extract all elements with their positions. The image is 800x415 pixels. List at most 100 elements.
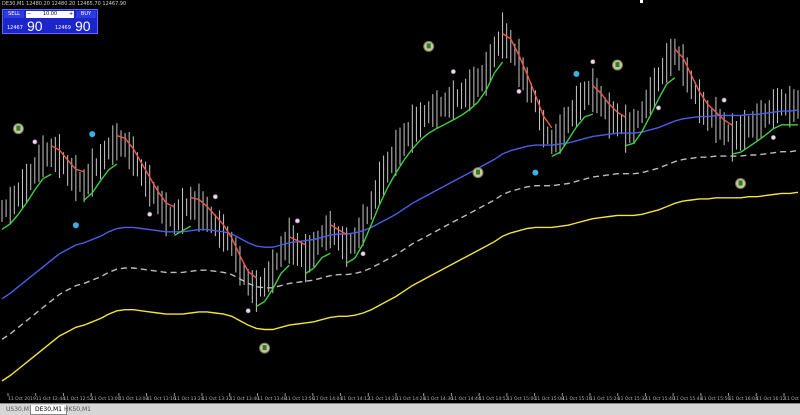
- x-tick-label: 11 Oct 14:04: [313, 396, 342, 402]
- x-tick-label: 11 Oct 14:20: [368, 396, 397, 402]
- x-tick-label: 11 Oct 13:40: [230, 396, 259, 402]
- middle-band-line: [1, 149, 799, 340]
- hull-moving-average: [1, 32, 798, 308]
- hma-segment: [428, 127, 438, 134]
- x-tick-label: 11 Oct 13:00: [91, 396, 120, 402]
- hma-segment: [75, 168, 85, 173]
- candlestick-bars: [1, 12, 799, 312]
- x-tick-label: 11 Oct 15:00: [507, 396, 536, 402]
- bid-price-pips[interactable]: 90: [27, 18, 43, 34]
- x-tick-label: 11 Oct 13:32: [202, 396, 231, 402]
- x-tick-label: 11 Oct 15:08: [535, 396, 564, 402]
- x-tick-label: 11 Oct 12:52: [63, 396, 92, 402]
- x-tick-label: 11 Oct 15:48: [673, 396, 702, 402]
- hma-segment: [420, 132, 430, 141]
- hma-segment: [543, 115, 553, 129]
- cyan-signal-dot: [72, 222, 79, 229]
- x-tick-label: 11 Oct 13:48: [257, 396, 286, 402]
- cyan-signal-dot: [532, 169, 539, 176]
- close-chart-icon[interactable]: [640, 0, 643, 3]
- tab-hk50[interactable]: HK50,M1: [60, 405, 95, 415]
- hma-segment: [452, 114, 462, 121]
- hma-segment: [280, 264, 290, 275]
- hma-segment: [493, 61, 504, 74]
- x-tick-label: 11 Oct 13:08: [119, 396, 148, 402]
- hma-segment: [461, 108, 471, 116]
- ask-price-pips[interactable]: 90: [75, 18, 91, 34]
- swing-dot: [721, 97, 727, 103]
- bid-price-prefix: 12467: [7, 25, 23, 31]
- x-tick-label: 11 Oct 14:52: [479, 396, 508, 402]
- x-tick-label: 11 Oct 2019: [8, 396, 36, 402]
- hma-segment: [444, 119, 454, 125]
- signal-badge-glyph: [615, 62, 620, 68]
- plus-icon[interactable]: +: [69, 11, 73, 18]
- hma-segment: [551, 151, 561, 158]
- hma-segment: [477, 89, 487, 103]
- cyan-signal-dot: [89, 131, 96, 138]
- swing-dot: [655, 105, 661, 111]
- hma-segment: [165, 202, 175, 208]
- hma-segment: [403, 148, 413, 161]
- hma-segment: [625, 142, 635, 147]
- hma-segment: [91, 180, 102, 194]
- swing-dot: [770, 134, 776, 140]
- signal-badge-glyph: [262, 345, 267, 351]
- x-tick-label: 11 Oct 16:04: [729, 396, 758, 402]
- x-axis: 11 Oct 2019 11 Oct 12:4411 Oct 12:5211 Oc…: [7, 393, 800, 402]
- signal-markers: [12, 40, 776, 354]
- swing-dot: [590, 59, 596, 65]
- x-tick-label: 11 Oct 15:32: [618, 396, 647, 402]
- x-tick-label: 11 Oct 14:28: [396, 396, 425, 402]
- hma-segment: [42, 173, 52, 180]
- x-tick-label: 11 Oct 13:24: [174, 396, 203, 402]
- lot-size-input[interactable]: 10.00: [26, 11, 74, 18]
- hma-segment: [321, 252, 331, 259]
- signal-badge-glyph: [426, 43, 431, 49]
- x-tick-label: 11 Oct 13:16: [147, 396, 176, 402]
- swing-dot: [32, 139, 38, 145]
- signal-badge-glyph: [16, 125, 21, 131]
- x-tick-label: 11 Oct 14:36: [424, 396, 453, 402]
- hma-segment: [26, 189, 36, 204]
- buy-button[interactable]: BUY: [76, 11, 96, 18]
- cyan-signal-dot: [573, 70, 580, 77]
- swing-dot: [360, 251, 366, 257]
- hma-segment: [256, 300, 265, 308]
- hma-segment: [567, 126, 578, 141]
- swing-dot: [147, 211, 153, 217]
- hma-segment: [313, 257, 323, 269]
- x-tick-label: 11 Oct 12:44: [36, 396, 65, 402]
- swing-dot: [450, 69, 456, 75]
- swing-dot: [516, 88, 522, 94]
- lower-band-line: [1, 191, 799, 382]
- hma-segment: [657, 83, 668, 100]
- ask-price-prefix: 12469: [55, 25, 71, 31]
- swing-dot: [245, 308, 251, 314]
- hma-segment: [748, 140, 758, 148]
- swing-dot: [212, 194, 218, 200]
- x-tick-label: 11 Oct 15:56: [701, 396, 730, 402]
- hma-segment: [108, 163, 118, 171]
- x-tick-label: 11 Oct 14:12: [341, 396, 370, 402]
- hma-segment: [436, 123, 446, 130]
- sell-button[interactable]: SELL: [4, 11, 24, 18]
- hma-segment: [362, 224, 372, 245]
- hma-segment: [387, 172, 397, 188]
- chart-tabs-bar: US30,M1 DE30,M1 HK50,M1: [0, 403, 800, 415]
- x-tick-label: 11 Oct 16:20: [784, 396, 800, 402]
- x-tick-label: 11 Oct 14:44: [451, 396, 480, 402]
- hma-segment: [9, 213, 19, 225]
- hma-segment: [773, 124, 782, 130]
- swing-dot: [294, 218, 300, 224]
- x-tick-label: 11 Oct 15:24: [590, 396, 619, 402]
- one-click-trading-panel: SELL 10.00 − + BUY 12467 90 12469 90: [2, 9, 98, 34]
- hma-segment: [764, 128, 774, 136]
- minus-icon[interactable]: −: [27, 11, 31, 18]
- hma-segment: [182, 225, 192, 232]
- hma-segment: [346, 257, 356, 264]
- x-tick-label: 11 Oct 13:56: [285, 396, 314, 402]
- price-chart[interactable]: 11 Oct 2019 11 Oct 12:4411 Oct 12:5211 Oc…: [0, 0, 800, 415]
- signal-badge-glyph: [738, 180, 743, 186]
- signal-badge-glyph: [475, 169, 480, 175]
